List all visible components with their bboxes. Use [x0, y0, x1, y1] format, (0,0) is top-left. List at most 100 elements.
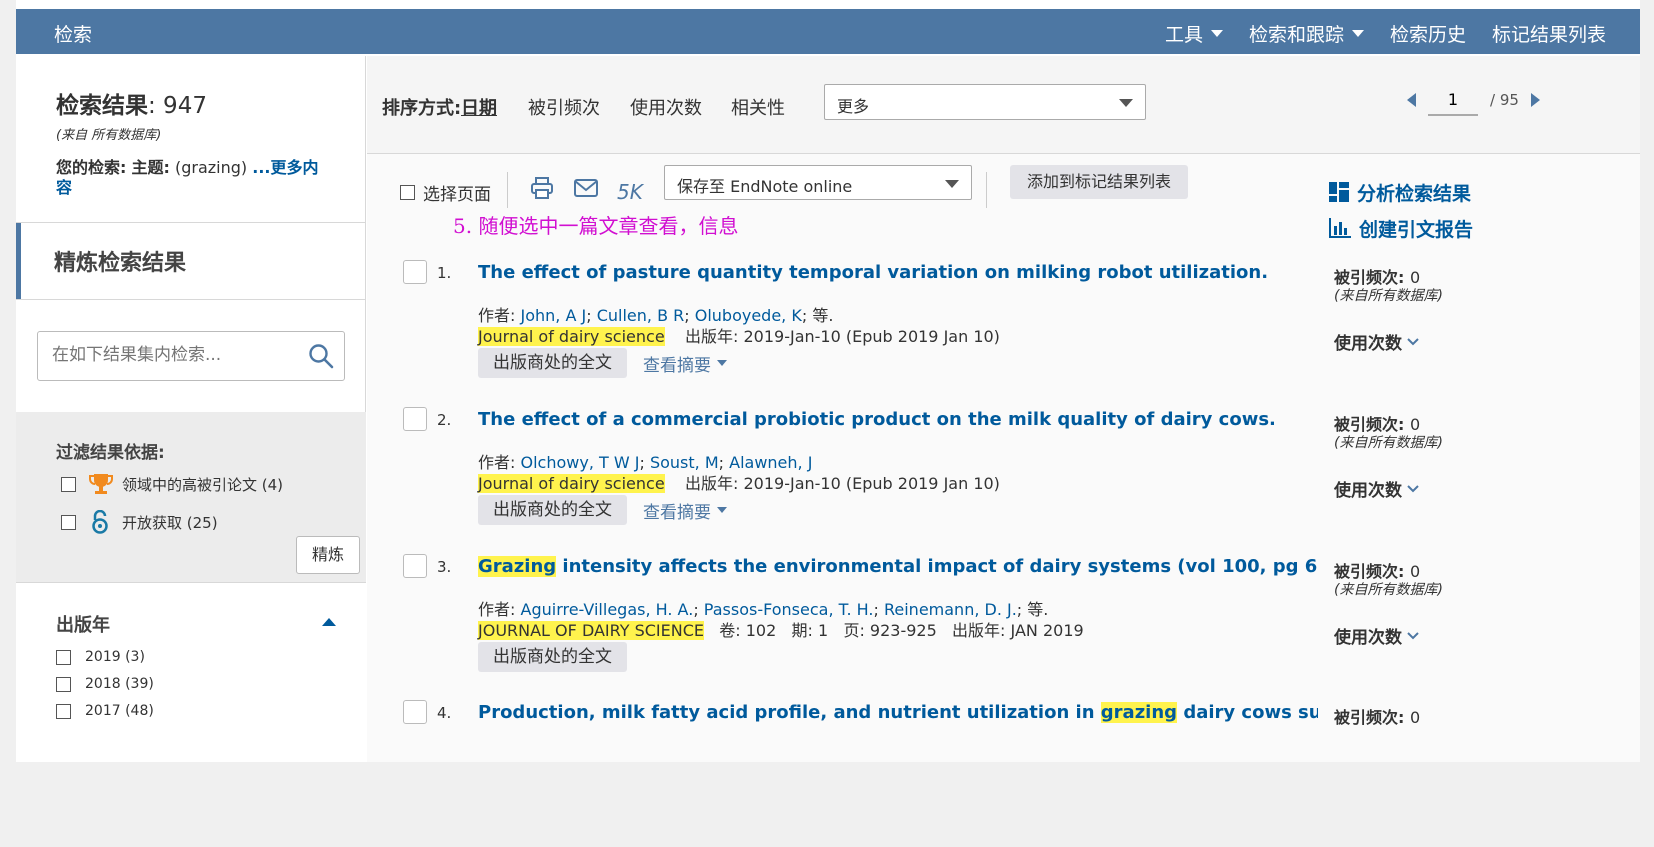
prev-page-icon[interactable]: [1407, 93, 1416, 107]
add-to-marked-list-button[interactable]: 添加到标记结果列表: [1010, 165, 1188, 199]
result-count-value: : 947: [148, 93, 207, 119]
divider: [986, 172, 987, 208]
journal-name: Journal of dairy science: [478, 327, 665, 346]
usage-count-toggle[interactable]: 使用次数: [1334, 476, 1420, 501]
citation-report-label: 创建引文报告: [1359, 218, 1474, 241]
record-checkbox[interactable]: [403, 260, 427, 284]
record-checkbox[interactable]: [403, 700, 427, 724]
pub-info: 出版年: 2019-Jan-10 (Epub 2019 Jan 10): [685, 327, 1000, 346]
sort-by-citations[interactable]: 被引频次: [528, 94, 600, 120]
analysis-links: 分析检索结果 创建引文报告: [1329, 174, 1473, 246]
nav-tools[interactable]: 工具: [1165, 20, 1223, 47]
chevron-down-icon: [1407, 631, 1419, 639]
print-icon[interactable]: [530, 176, 554, 204]
topic-label: 主题:: [131, 158, 170, 177]
record-title-link[interactable]: Grazing intensity affects the environmen…: [478, 556, 1318, 577]
analyze-results-link[interactable]: 分析检索结果: [1329, 174, 1473, 210]
record-title-link[interactable]: The effect of a commercial probiotic pro…: [478, 409, 1318, 430]
record-checkbox[interactable]: [403, 554, 427, 578]
record-title-text: The effect of a commercial probiotic pro…: [478, 409, 1276, 430]
filter-label: 开放获取 (25): [122, 513, 218, 532]
usage-count-toggle[interactable]: 使用次数: [1334, 329, 1420, 354]
full-text-button[interactable]: 出版商处的全文: [478, 495, 627, 525]
email-icon[interactable]: [573, 176, 599, 204]
year-option[interactable]: 2019 (3): [56, 649, 145, 665]
select-page[interactable]: 选择页面: [400, 180, 491, 205]
sort-by-relevance[interactable]: 相关性: [731, 94, 785, 120]
year-checkbox[interactable]: [56, 703, 71, 719]
filter-open-access[interactable]: 开放获取 (25): [61, 510, 218, 534]
record-actions: 出版商处的全文 查看摘要: [478, 348, 727, 378]
title-highlight: grazing: [1100, 702, 1178, 723]
filter-title: 过滤结果依据:: [56, 443, 165, 463]
filter-highly-cited[interactable]: 领域中的高被引论文 (4): [61, 472, 283, 496]
refine-button[interactable]: 精炼: [296, 536, 360, 574]
record-title-link[interactable]: Production, milk fatty acid profile, and…: [478, 702, 1318, 723]
app-frame: 检索 工具 检索和跟踪 检索历史 标记结果列表 检索结果: 947 (来自 所有…: [16, 0, 1640, 762]
results-main: 排序方式: 日期 被引频次 使用次数 相关性 更多 / 95 选择页面: [367, 56, 1640, 762]
open-access-icon: [90, 510, 110, 534]
full-text-button[interactable]: 出版商处的全文: [478, 348, 627, 378]
next-page-icon[interactable]: [1530, 93, 1540, 107]
nav-search-history[interactable]: 检索历史: [1390, 20, 1466, 47]
year-option[interactable]: 2017 (48): [56, 703, 154, 719]
full-text-button[interactable]: 出版商处的全文: [478, 642, 627, 672]
result-record: 1. The effect of pasture quantity tempor…: [367, 260, 1640, 407]
citation-source: (来自所有数据库): [1334, 582, 1443, 598]
title-highlight: Grazing: [478, 556, 557, 577]
nav-search-link[interactable]: 检索: [54, 20, 92, 47]
result-source: (来自 所有数据库): [56, 128, 162, 143]
chevron-down-icon: [1210, 30, 1223, 37]
year-checkbox[interactable]: [56, 676, 71, 692]
annotation-text: 5. 随便选中一篇文章查看，信息: [453, 214, 739, 238]
nav-search-alerts-label: 检索和跟踪: [1248, 24, 1344, 46]
chevron-down-icon: [717, 360, 727, 366]
divider: [507, 172, 508, 208]
record-checkbox[interactable]: [403, 407, 427, 431]
citation-count: 被引频次: 0: [1334, 704, 1420, 728]
analyze-icon: [1329, 182, 1349, 202]
within-results-search-input[interactable]: [38, 332, 288, 378]
year-checkbox[interactable]: [56, 649, 71, 665]
record-meta: Journal of dairy science 出版年: 2019-Jan-1…: [478, 323, 1000, 347]
export-5k-link[interactable]: 5K: [617, 180, 643, 204]
bar-chart-icon: [1329, 218, 1351, 238]
save-to-endnote-select[interactable]: 保存至 EndNote online: [664, 165, 972, 200]
usage-count-toggle[interactable]: 使用次数: [1334, 623, 1420, 648]
filter-checkbox[interactable]: [61, 514, 76, 530]
page-number-input[interactable]: [1428, 84, 1478, 116]
view-abstract-link[interactable]: 查看摘要: [643, 498, 727, 523]
citation-report-link[interactable]: 创建引文报告: [1329, 210, 1473, 246]
sort-by-usage[interactable]: 使用次数: [630, 94, 702, 120]
nav-tools-label: 工具: [1164, 24, 1203, 46]
record-title-text: intensity affects the environmental impa…: [562, 556, 1318, 577]
sort-by-date[interactable]: 日期: [461, 94, 497, 120]
result-count-block: 检索结果: 947 (来自 所有数据库): [56, 86, 207, 143]
pagination: / 95: [1407, 84, 1540, 116]
nav-search-alerts[interactable]: 检索和跟踪: [1249, 20, 1364, 47]
topic-value: (grazing): [175, 158, 248, 177]
chevron-down-icon: [1407, 337, 1419, 345]
chevron-down-icon: [1407, 484, 1419, 492]
usage-label: 使用次数: [1334, 628, 1402, 648]
result-count-label: 检索结果: [56, 93, 148, 119]
record-title-link[interactable]: The effect of pasture quantity temporal …: [478, 262, 1318, 283]
pub-info: 出版年: 2019-Jan-10 (Epub 2019 Jan 10): [685, 474, 1000, 493]
record-number: 3.: [437, 558, 452, 576]
filter-checkbox[interactable]: [61, 476, 76, 492]
year-label: 2018 (39): [85, 676, 154, 692]
citation-source: (来自所有数据库): [1334, 435, 1443, 451]
record-number: 1.: [437, 264, 452, 282]
top-nav-bar: 检索 工具 检索和跟踪 检索历史 标记结果列表: [16, 9, 1640, 54]
results-toolbar: 选择页面 5K 保存至 EndNote online 添加到标记结果列表 分析检…: [367, 154, 1640, 241]
search-icon[interactable]: [308, 343, 334, 373]
select-page-checkbox[interactable]: [400, 185, 415, 200]
year-option[interactable]: 2018 (39): [56, 676, 154, 692]
nav-marked-list[interactable]: 标记结果列表: [1492, 20, 1606, 47]
record-actions: 出版商处的全文 查看摘要: [478, 495, 727, 525]
view-abstract-link[interactable]: 查看摘要: [643, 351, 727, 376]
more-sort-select[interactable]: 更多: [824, 84, 1146, 120]
view-abstract-label: 查看摘要: [643, 355, 711, 376]
chevron-up-icon[interactable]: [322, 618, 336, 626]
chevron-down-icon: [945, 180, 959, 188]
